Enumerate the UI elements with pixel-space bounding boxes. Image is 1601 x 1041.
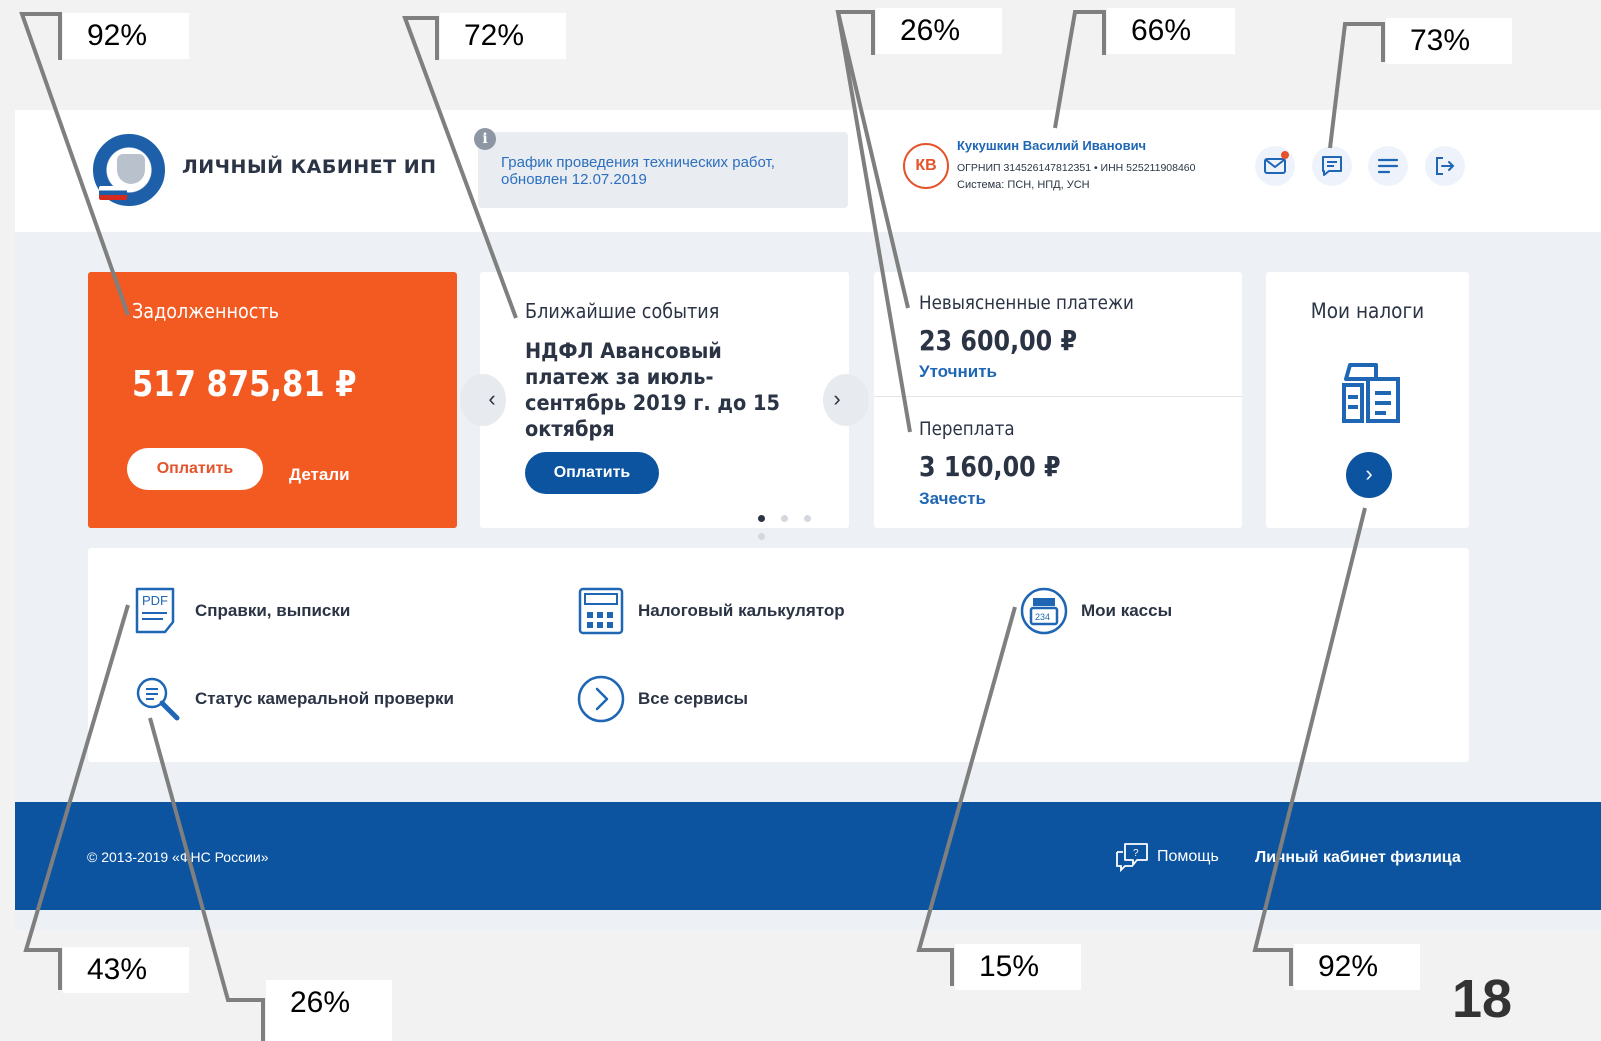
annotation-cash-registers: 15% bbox=[955, 944, 1081, 990]
annotation-payments: 26% bbox=[876, 8, 1002, 54]
annotation-user: 66% bbox=[1107, 8, 1235, 54]
annotation-messages: 73% bbox=[1386, 18, 1512, 64]
annotation-certificates: 43% bbox=[63, 947, 189, 993]
annotation-events: 72% bbox=[440, 13, 566, 59]
annotation-my-taxes: 92% bbox=[1294, 944, 1420, 990]
annotation-audit-status: 26% bbox=[266, 980, 392, 1041]
annotation-debt: 92% bbox=[63, 13, 189, 59]
slide-number: 18 bbox=[1452, 969, 1513, 1029]
annotation-lines bbox=[19, 10, 1385, 1041]
